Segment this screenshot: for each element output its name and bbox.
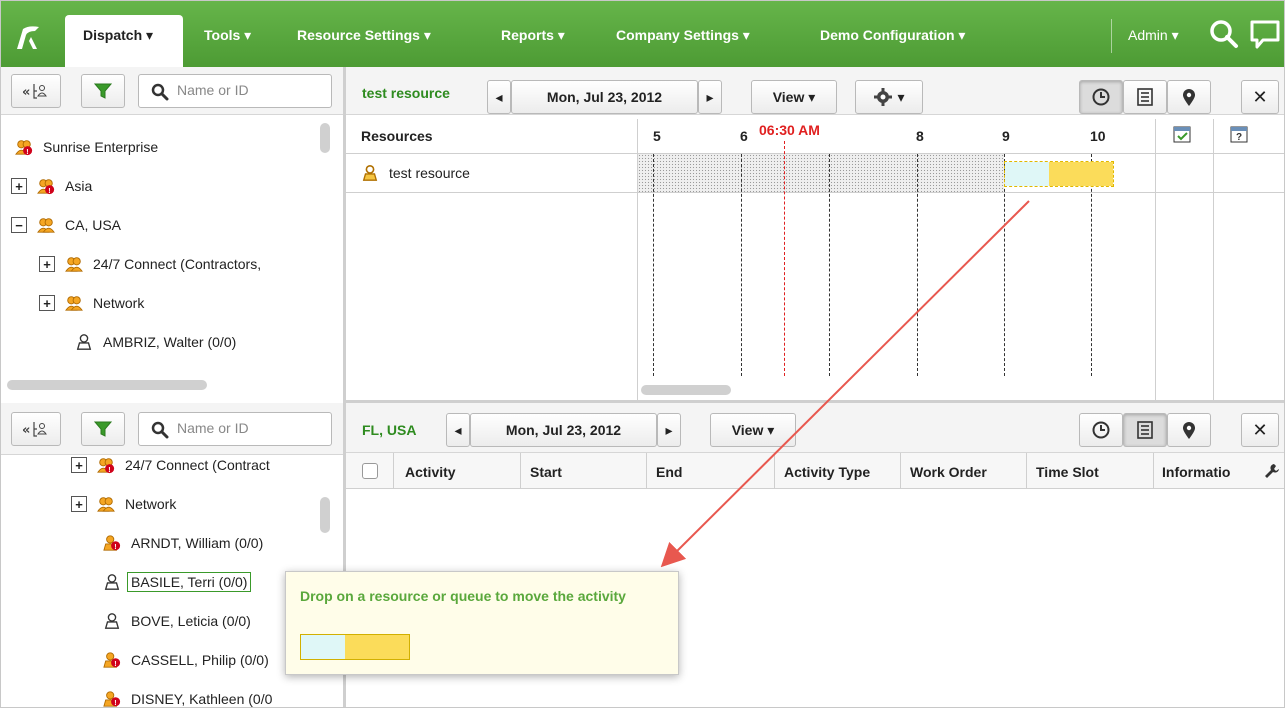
drag-tooltip-message: Drop on a resource or queue to move the … xyxy=(300,588,626,604)
app-window: Dispatch ▾ Tools ▾ Resource Settings ▾ R… xyxy=(0,0,1285,708)
drag-tooltip: Drop on a resource or queue to move the … xyxy=(285,571,679,675)
dragged-activity-preview xyxy=(300,634,410,660)
